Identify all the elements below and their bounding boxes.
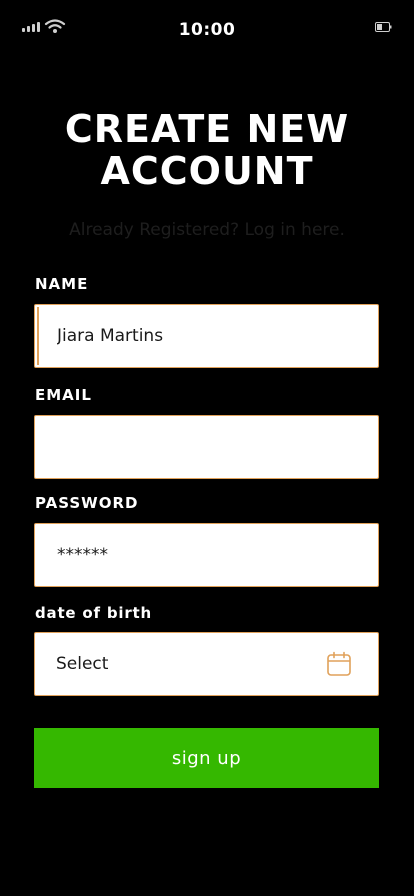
login-link[interactable]: Already Registered? Log in here. xyxy=(0,220,414,240)
page-title: CREATE NEW ACCOUNT xyxy=(64,107,350,193)
dob-label: date of birth xyxy=(35,604,153,622)
dob-select[interactable]: Select xyxy=(34,632,379,696)
password-input[interactable] xyxy=(35,524,378,586)
sign-up-button[interactable]: sign up xyxy=(34,728,379,788)
name-input[interactable] xyxy=(35,305,378,367)
password-field-box xyxy=(34,523,379,587)
dob-select-value: Select xyxy=(56,654,109,674)
email-label: EMAIL xyxy=(35,386,92,404)
status-bar: 10:00 xyxy=(0,0,414,56)
calendar-icon xyxy=(327,651,351,676)
password-label: PASSWORD xyxy=(35,494,139,512)
email-field-box xyxy=(34,415,379,479)
email-input[interactable] xyxy=(35,416,378,478)
name-field-box xyxy=(34,304,379,368)
name-label: NAME xyxy=(35,275,89,293)
status-time: 10:00 xyxy=(178,20,236,40)
battery-icon xyxy=(375,22,392,32)
